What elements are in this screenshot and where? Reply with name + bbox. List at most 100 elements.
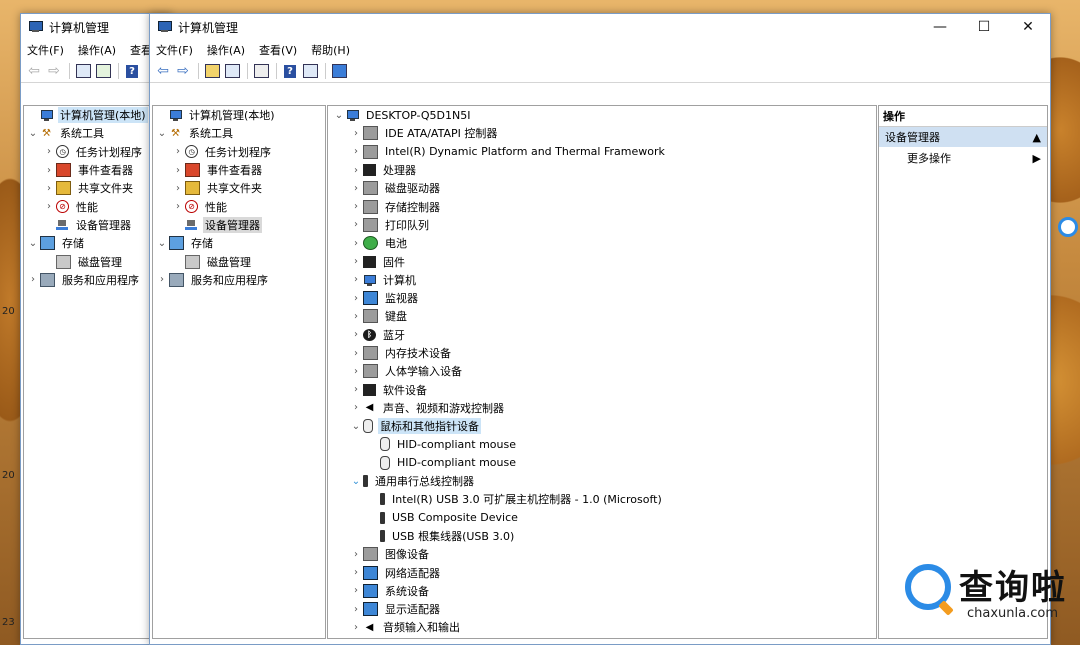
tree-item[interactable]: › 磁盘驱动器 bbox=[328, 179, 876, 197]
back-arrow-icon[interactable]: ⇦ bbox=[25, 62, 43, 80]
minimize-button[interactable]: — bbox=[918, 14, 962, 40]
tree-item[interactable]: › ◀ 声音、视频和游戏控制器 bbox=[328, 399, 876, 417]
tree-item[interactable]: USB Composite Device bbox=[328, 509, 876, 527]
tree-item[interactable]: 设备管理器 bbox=[24, 216, 168, 234]
menu-item[interactable]: 操作(A) bbox=[207, 42, 245, 58]
menu-item[interactable]: 帮助(H) bbox=[311, 42, 350, 58]
tree-item[interactable]: › ᛒ 蓝牙 bbox=[328, 326, 876, 344]
expand-chevron-icon[interactable]: › bbox=[349, 128, 363, 139]
tree-item[interactable]: 设备管理器 bbox=[153, 216, 325, 234]
collapse-chevron-icon[interactable]: ⌄ bbox=[349, 476, 363, 487]
tree-item[interactable]: 磁盘管理 bbox=[153, 252, 325, 270]
expand-chevron-icon[interactable]: › bbox=[349, 201, 363, 212]
expand-chevron-icon[interactable]: › bbox=[349, 604, 363, 615]
expand-chevron-icon[interactable]: › bbox=[349, 549, 363, 560]
expand-chevron-icon[interactable]: › bbox=[171, 165, 185, 176]
tree-item[interactable]: › 共享文件夹 bbox=[153, 179, 325, 197]
expand-chevron-icon[interactable]: › bbox=[42, 165, 56, 176]
back-tree-pane[interactable]: 计算机管理(本地) ⌄ ⚒ 系统工具 › ◷ 任务计划程序 › 事件查看器 › 共享文件夹 › ⊘ 性能设… bbox=[23, 105, 169, 639]
expand-chevron-icon[interactable]: › bbox=[349, 183, 363, 194]
collapse-chevron-icon[interactable]: ⌄ bbox=[332, 110, 346, 121]
expand-chevron-icon[interactable]: › bbox=[349, 219, 363, 230]
tree-item[interactable]: 磁盘管理 bbox=[24, 252, 168, 270]
tree-item[interactable]: › 事件查看器 bbox=[24, 161, 168, 179]
collapse-up-icon[interactable]: ▲ bbox=[1033, 131, 1041, 144]
show-tree-icon[interactable] bbox=[74, 62, 92, 80]
tree-item[interactable]: 计算机管理(本地) bbox=[153, 106, 325, 124]
tree-item[interactable]: › 共享文件夹 bbox=[24, 179, 168, 197]
expand-chevron-icon[interactable]: › bbox=[42, 146, 56, 157]
expand-chevron-icon[interactable]: › bbox=[349, 274, 363, 285]
expand-chevron-icon[interactable]: › bbox=[171, 146, 185, 157]
export-icon[interactable] bbox=[94, 62, 112, 80]
tree-item[interactable]: › 键盘 bbox=[328, 307, 876, 325]
tree-item[interactable]: › ◷ 任务计划程序 bbox=[24, 143, 168, 161]
tree-item[interactable]: ⌄ ⚒ 系统工具 bbox=[24, 124, 168, 142]
tree-item[interactable]: › 服务和应用程序 bbox=[153, 271, 325, 289]
tree-item[interactable]: › 显示适配器 bbox=[328, 600, 876, 618]
expand-chevron-icon[interactable]: › bbox=[349, 384, 363, 395]
expand-chevron-icon[interactable]: › bbox=[349, 256, 363, 267]
main-window[interactable]: 计算机管理 — ☐ ✕ 文件(F) 操作(A) 查看(V) 帮助(H) ⇦ ⇨ ? 计… bbox=[149, 13, 1051, 645]
menu-item[interactable]: 操作(A) bbox=[78, 42, 116, 58]
tree-item[interactable]: › ◷ 任务计划程序 bbox=[153, 143, 325, 161]
tree-item[interactable]: › 监视器 bbox=[328, 289, 876, 307]
tree-item[interactable]: › 服务和应用程序 bbox=[24, 271, 168, 289]
main-tree-pane[interactable]: 计算机管理(本地) ⌄ ⚒ 系统工具 › ◷ 任务计划程序 › 事件查看器 › 共享文件夹 › ⊘ 性能设… bbox=[152, 105, 326, 639]
tree-item[interactable]: › 内存技术设备 bbox=[328, 344, 876, 362]
tree-item[interactable]: › 网络适配器 bbox=[328, 563, 876, 581]
collapse-chevron-icon[interactable]: ⌄ bbox=[349, 421, 363, 432]
tree-item[interactable]: › ⊘ 性能 bbox=[24, 197, 168, 215]
expand-chevron-icon[interactable]: › bbox=[155, 274, 169, 285]
show-tree-icon[interactable] bbox=[223, 62, 241, 80]
tree-item[interactable]: HID-compliant mouse bbox=[328, 435, 876, 453]
tree-item[interactable]: ⌄ 通用串行总线控制器 bbox=[328, 472, 876, 490]
properties-icon[interactable] bbox=[252, 62, 270, 80]
expand-chevron-icon[interactable]: › bbox=[42, 201, 56, 212]
expand-chevron-icon[interactable]: › bbox=[349, 238, 363, 249]
tree-item[interactable]: › 软件设备 bbox=[328, 380, 876, 398]
tree-item[interactable]: › 电池 bbox=[328, 234, 876, 252]
expand-chevron-icon[interactable]: › bbox=[349, 146, 363, 157]
help-icon[interactable]: ? bbox=[281, 62, 299, 80]
tree-item[interactable]: › 固件 bbox=[328, 252, 876, 270]
device-tree-pane[interactable]: ⌄ DESKTOP-Q5D1N5I › IDE ATA/ATAPI 控制器 › Intel… bbox=[327, 105, 877, 639]
tree-item[interactable]: ⌄ ⚒ 系统工具 bbox=[153, 124, 325, 142]
tree-item[interactable]: › ◀ 音频输入和输出 bbox=[328, 618, 876, 636]
tree-item[interactable]: USB 根集线器(USB 3.0) bbox=[328, 527, 876, 545]
expand-chevron-icon[interactable]: › bbox=[349, 348, 363, 359]
menu-item[interactable]: 查看(V) bbox=[259, 42, 297, 58]
monitor-icon[interactable] bbox=[330, 62, 348, 80]
tree-item[interactable]: › 存储控制器 bbox=[328, 197, 876, 215]
tree-item[interactable]: Intel(R) USB 3.0 可扩展主机控制器 - 1.0 (Microso… bbox=[328, 490, 876, 508]
collapse-chevron-icon[interactable]: ⌄ bbox=[155, 238, 169, 249]
expand-chevron-icon[interactable]: › bbox=[349, 622, 363, 633]
tree-item[interactable]: ⌄ DESKTOP-Q5D1N5I bbox=[328, 106, 876, 124]
back-arrow-icon[interactable]: ⇦ bbox=[154, 62, 172, 80]
user-avatar-icon[interactable] bbox=[1058, 217, 1078, 237]
maximize-button[interactable]: ☐ bbox=[962, 14, 1006, 40]
forward-arrow-icon[interactable]: ⇨ bbox=[174, 62, 192, 80]
tree-item[interactable]: › 系统设备 bbox=[328, 582, 876, 600]
tree-item[interactable]: › 处理器 bbox=[328, 161, 876, 179]
expand-chevron-icon[interactable]: › bbox=[349, 402, 363, 413]
tree-item[interactable]: ⌄ 鼠标和其他指针设备 bbox=[328, 417, 876, 435]
expand-chevron-icon[interactable]: › bbox=[349, 293, 363, 304]
forward-arrow-icon[interactable]: ⇨ bbox=[45, 62, 63, 80]
help-icon[interactable]: ? bbox=[123, 62, 141, 80]
menu-item[interactable]: 文件(F) bbox=[27, 42, 64, 58]
expand-chevron-icon[interactable]: › bbox=[26, 274, 40, 285]
tree-item[interactable]: ⌄ 存储 bbox=[24, 234, 168, 252]
actions-section-device-manager[interactable]: 设备管理器 ▲ bbox=[879, 127, 1047, 147]
action-pane-icon[interactable] bbox=[301, 62, 319, 80]
expand-chevron-icon[interactable]: › bbox=[349, 366, 363, 377]
close-button[interactable]: ✕ bbox=[1006, 14, 1050, 40]
collapse-chevron-icon[interactable]: ⌄ bbox=[26, 238, 40, 249]
expand-chevron-icon[interactable]: › bbox=[171, 201, 185, 212]
more-actions-item[interactable]: 更多操作 ▶ bbox=[879, 147, 1047, 169]
tree-item[interactable]: › 打印队列 bbox=[328, 216, 876, 234]
menu-item[interactable]: 文件(F) bbox=[156, 42, 193, 58]
collapse-chevron-icon[interactable]: ⌄ bbox=[26, 128, 40, 139]
expand-chevron-icon[interactable]: › bbox=[349, 329, 363, 340]
main-window-titlebar[interactable]: 计算机管理 — ☐ ✕ bbox=[150, 14, 1050, 40]
